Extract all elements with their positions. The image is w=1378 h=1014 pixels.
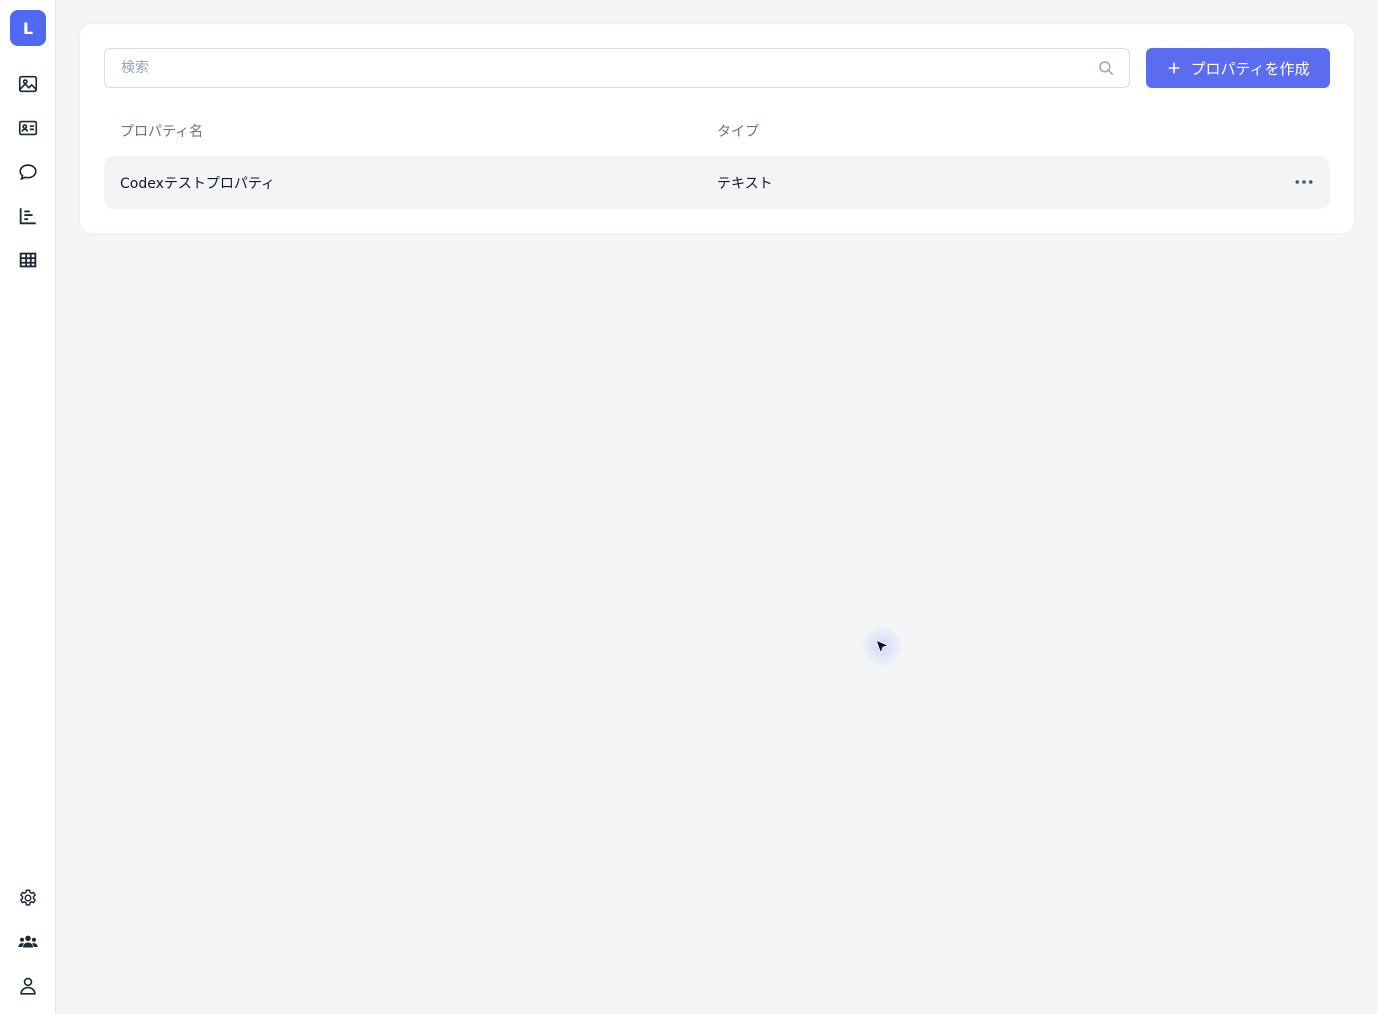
- app-logo[interactable]: L: [10, 10, 46, 46]
- row-more-options-button[interactable]: [1292, 172, 1316, 192]
- property-name-cell: Codexテストプロパティ: [120, 176, 276, 192]
- search-icon[interactable]: [1097, 59, 1115, 77]
- nav-team-icon[interactable]: [14, 928, 42, 956]
- nav-settings-icon[interactable]: [14, 884, 42, 912]
- nav-id-card-icon[interactable]: [14, 114, 42, 142]
- user-icon: [20, 977, 36, 995]
- main-content: プロパティを作成 プロパティ名 タイプ Codexテストプロパティ テキスト: [56, 0, 1378, 1014]
- id-card-icon: [18, 120, 38, 136]
- table-row[interactable]: Codexテストプロパティ テキスト: [104, 156, 1330, 209]
- search-box: [104, 48, 1130, 88]
- properties-card: プロパティを作成 プロパティ名 タイプ Codexテストプロパティ テキスト: [80, 24, 1354, 233]
- nav-chart-icon[interactable]: [14, 202, 42, 230]
- nav-profile-icon[interactable]: [14, 972, 42, 1000]
- plus-icon: [1169, 62, 1180, 74]
- property-type-cell: テキスト: [717, 176, 773, 192]
- gear-icon: [19, 889, 37, 906]
- chat-bubble-icon: [19, 164, 37, 181]
- nav-table-icon[interactable]: [14, 246, 42, 274]
- create-property-label: プロパティを作成: [1190, 59, 1310, 78]
- cursor-arrow-icon: [875, 639, 890, 655]
- column-header-type[interactable]: タイプ: [717, 121, 759, 141]
- nav-image-icon[interactable]: [14, 70, 42, 98]
- mouse-cursor: [862, 626, 902, 666]
- create-property-button[interactable]: プロパティを作成: [1146, 48, 1330, 88]
- bar-chart-icon: [19, 208, 36, 225]
- users-group-icon: [18, 935, 38, 948]
- nav-chat-icon[interactable]: [14, 158, 42, 186]
- sidebar: L: [0, 0, 56, 1014]
- search-input[interactable]: [105, 49, 1081, 87]
- table-grid-icon: [19, 252, 37, 268]
- more-horizontal-icon: [1295, 180, 1313, 184]
- app-root: L 検索 プロパティを作成 プロパティ名 タイプ Codexテストプロパティ テ…: [0, 0, 1378, 1014]
- image-icon: [18, 75, 38, 93]
- column-header-property-name[interactable]: プロパティ名: [120, 121, 203, 141]
